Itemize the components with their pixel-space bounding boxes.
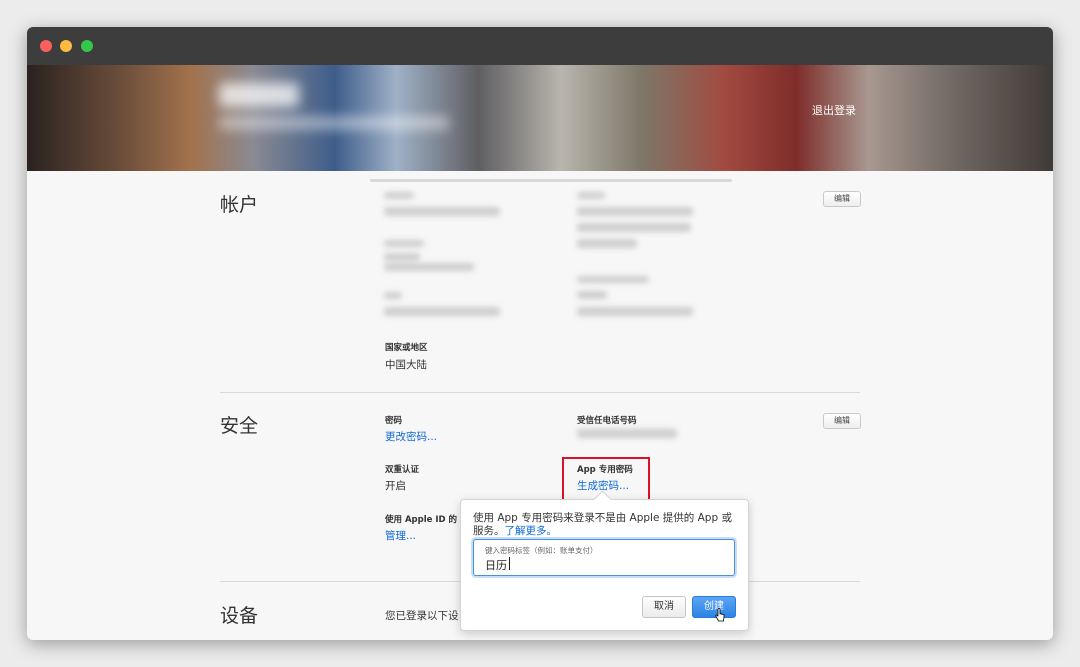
- create-button[interactable]: 创建: [692, 596, 736, 618]
- blurred-user-email: [219, 117, 449, 129]
- country-value: 中国大陆: [385, 359, 427, 371]
- account-section-title: 帐户: [220, 194, 259, 216]
- blurred-field-value: [384, 263, 474, 271]
- two-factor-value: 开启: [385, 480, 406, 492]
- password-label-input[interactable]: 键入密码标签（例如：账单支付） 日历: [473, 539, 735, 576]
- blurred-field-value: [577, 307, 693, 316]
- blurred-field-label: [384, 192, 414, 199]
- account-edit-button[interactable]: 编辑: [823, 191, 861, 207]
- browser-window: 退出登录 帐户 编辑 国家或地区 中国大陆 安全 编辑 密码 更改密码... 受…: [27, 27, 1053, 640]
- hand-cursor-icon: [715, 608, 725, 622]
- blurred-field-value: [577, 207, 693, 216]
- cancel-button[interactable]: 取消: [642, 596, 686, 618]
- input-placeholder: 键入密码标签（例如：账单支付）: [485, 546, 598, 555]
- profile-banner: 退出登录: [27, 65, 1053, 171]
- text-caret: [509, 557, 510, 570]
- security-section-title: 安全: [220, 415, 259, 437]
- devices-section-title: 设备: [220, 605, 259, 627]
- password-label: 密码: [385, 416, 403, 426]
- security-edit-button[interactable]: 编辑: [823, 413, 861, 429]
- country-label: 国家或地区: [385, 343, 428, 353]
- minimize-window-button[interactable]: [60, 40, 72, 52]
- two-factor-label: 双重认证: [385, 465, 420, 475]
- blurred-field-label: [577, 276, 649, 283]
- blurred-field-value: [577, 223, 691, 232]
- section-divider: [220, 392, 860, 393]
- blurred-field-label: [577, 192, 605, 199]
- learn-more-link[interactable]: 了解更多。: [505, 525, 558, 537]
- app-password-popover: 使用 App 专用密码来登录不是由 Apple 提供的 App 或服务。了解更多…: [460, 490, 749, 631]
- blurred-phone-number: [577, 429, 677, 438]
- input-value: 日历: [485, 559, 507, 572]
- devices-text: 您已登录以下设: [385, 610, 459, 622]
- apple-id-apps-label: 使用 Apple ID 的 A: [385, 515, 467, 525]
- manage-link[interactable]: 管理...: [385, 528, 416, 543]
- blurred-field-value: [577, 291, 607, 299]
- scroll-indicator: [370, 179, 732, 182]
- blurred-field-label: [384, 292, 402, 299]
- zoom-window-button[interactable]: [81, 40, 93, 52]
- sign-out-link[interactable]: 退出登录: [812, 102, 856, 118]
- popover-description: 使用 App 专用密码来登录不是由 Apple 提供的 App 或服务。了解更多…: [473, 512, 741, 538]
- blurred-field-label: [384, 240, 424, 247]
- blurred-field-value: [384, 207, 500, 216]
- change-password-link[interactable]: 更改密码...: [385, 429, 437, 444]
- blurred-user-name: [219, 83, 299, 107]
- blurred-field-value: [577, 239, 637, 248]
- title-bar: [27, 27, 1053, 65]
- close-window-button[interactable]: [40, 40, 52, 52]
- blurred-field-value: [384, 307, 500, 316]
- trusted-phone-label: 受信任电话号码: [577, 416, 637, 426]
- blurred-field-value: [384, 253, 420, 261]
